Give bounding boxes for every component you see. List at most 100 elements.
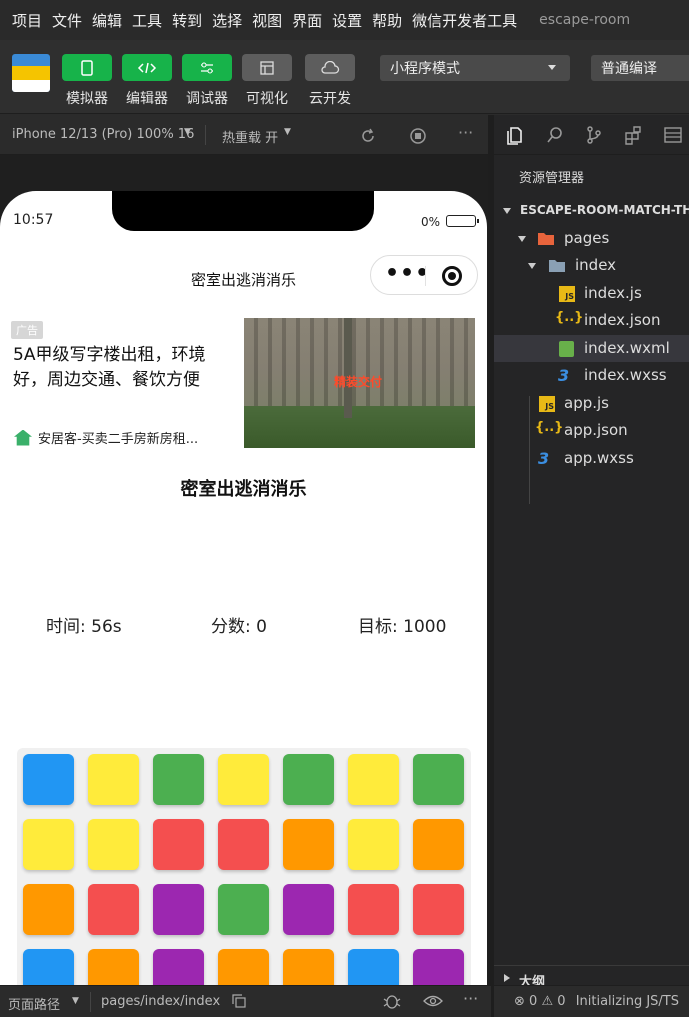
game-tile-orange[interactable] (283, 819, 334, 870)
project-root[interactable]: ESCAPE-ROOM-MATCH-TH (494, 197, 689, 224)
game-tile-yellow[interactable] (88, 819, 139, 870)
ad-image[interactable]: 精装交付 (244, 318, 475, 448)
more-menu-icon[interactable]: ••• (385, 263, 430, 285)
debugger-label: 调试器 (186, 91, 228, 107)
game-tile-green[interactable] (283, 754, 334, 805)
close-capsule-icon[interactable] (442, 266, 462, 286)
tree-folder-index[interactable]: index (494, 252, 689, 279)
tree-file-app-js[interactable]: JS app.js (494, 390, 689, 417)
time-label: 时间: 56s (46, 617, 122, 637)
more-icon[interactable]: ··· (463, 989, 478, 1008)
game-tile-green[interactable] (413, 754, 464, 805)
simulator-label: 模拟器 (66, 91, 108, 107)
cloud-icon (321, 60, 340, 74)
anjuke-logo-icon (14, 429, 32, 446)
game-tile-yellow[interactable] (348, 754, 399, 805)
problems-status[interactable]: ⊗ 0 ⚠ 0 Initializing JS/TS (514, 994, 679, 1009)
game-tile-yellow[interactable] (218, 754, 269, 805)
search-icon[interactable] (545, 125, 565, 145)
menu-goto[interactable]: 转到 (172, 10, 202, 31)
menu-interface[interactable]: 界面 (292, 10, 322, 31)
ad-text[interactable]: 5A甲级写字楼出租，环境好，周边交通、餐饮方便 (13, 343, 235, 393)
game-tile-red[interactable] (348, 884, 399, 935)
mode-select[interactable]: 小程序模式 (380, 55, 570, 81)
battery-percent: 0% (421, 215, 441, 229)
tree-file-app-json[interactable]: {..} app.json (494, 417, 689, 444)
game-tile-yellow[interactable] (88, 754, 139, 805)
game-tile-blue[interactable] (23, 949, 74, 985)
game-tile-orange[interactable] (218, 949, 269, 985)
game-tile-purple[interactable] (283, 884, 334, 935)
chevron-down-icon (518, 236, 526, 242)
game-tile-blue[interactable] (348, 949, 399, 985)
ad-source-label: 安居客-买卖二手房新房租... (38, 432, 199, 447)
tree-folder-pages[interactable]: pages (494, 225, 689, 252)
game-tile-orange[interactable] (413, 819, 464, 870)
game-tile-yellow[interactable] (348, 819, 399, 870)
target-label: 目标: 1000 (358, 617, 447, 637)
mode-select-value: 小程序模式 (390, 61, 460, 77)
copy-icon[interactable] (232, 994, 246, 1008)
game-tile-red[interactable] (88, 884, 139, 935)
game-tile-purple[interactable] (413, 949, 464, 985)
more-icon[interactable]: ··· (458, 123, 473, 142)
compile-select[interactable]: 普通编译 (591, 55, 689, 81)
game-tile-green[interactable] (218, 884, 269, 935)
game-tile-orange[interactable] (283, 949, 334, 985)
game-tile-purple[interactable] (153, 949, 204, 985)
menu-edit[interactable]: 编辑 (92, 10, 122, 31)
bug-icon[interactable] (382, 993, 402, 1009)
tree-file-index-json[interactable]: {..} index.json (494, 307, 689, 334)
refresh-icon[interactable] (359, 127, 377, 145)
tree-file-app-wxss[interactable]: 3 app.wxss (494, 445, 689, 472)
menu-wechat-devtools[interactable]: 微信开发者工具 (412, 10, 517, 31)
visualize-label: 可视化 (246, 91, 288, 107)
game-tile-orange[interactable] (88, 949, 139, 985)
outline-section[interactable]: 大纲 (494, 965, 689, 985)
extensions-icon[interactable] (623, 125, 643, 145)
cloud-button[interactable] (305, 54, 355, 81)
game-tile-red[interactable] (218, 819, 269, 870)
hot-reload-toggle[interactable]: 热重载 开 (222, 127, 278, 146)
tree-file-index-wxss[interactable]: 3 index.wxss (494, 362, 689, 389)
game-tile-red[interactable] (153, 819, 204, 870)
wxml-file-icon (559, 341, 574, 357)
stop-icon[interactable] (409, 127, 427, 145)
menu-tools[interactable]: 工具 (132, 10, 162, 31)
menu-help[interactable]: 帮助 (372, 10, 402, 31)
chevron-right-icon (504, 974, 510, 982)
page-path-label[interactable]: 页面路径 (8, 994, 60, 1013)
visualize-button[interactable] (242, 54, 292, 81)
project-logo[interactable] (12, 54, 50, 92)
eye-icon[interactable] (423, 994, 443, 1008)
game-tile-yellow[interactable] (23, 819, 74, 870)
menu-settings[interactable]: 设置 (332, 10, 362, 31)
source-control-icon[interactable] (584, 125, 604, 145)
status-time: 10:57 (13, 212, 54, 228)
debugger-button[interactable] (182, 54, 232, 81)
menu-file[interactable]: 文件 (52, 10, 82, 31)
ad-tag[interactable]: 广告 (11, 321, 43, 339)
game-tile-red[interactable] (413, 884, 464, 935)
tree-file-index-js[interactable]: JS index.js (494, 280, 689, 307)
warning-count: 0 (557, 994, 566, 1009)
device-select[interactable]: iPhone 12/13 (Pro) 100% 16 (12, 127, 194, 142)
game-tile-blue[interactable] (23, 754, 74, 805)
simulator-button[interactable] (62, 54, 112, 81)
game-tile-purple[interactable] (153, 884, 204, 935)
battery-icon (446, 215, 479, 227)
menu-select[interactable]: 选择 (212, 10, 242, 31)
menu-project[interactable]: 项目 (12, 10, 42, 31)
files-icon[interactable] (505, 125, 525, 145)
game-tile-orange[interactable] (23, 884, 74, 935)
menu-view[interactable]: 视图 (252, 10, 282, 31)
ad-source[interactable]: 安居客-买卖二手房新房租... (14, 428, 198, 447)
code-icon (137, 62, 157, 73)
page-path-caret-icon: ▼ (72, 996, 79, 1006)
score-label: 分数: 0 (211, 617, 267, 637)
layout-panel-icon[interactable] (663, 125, 683, 145)
chevron-down-icon (548, 65, 556, 70)
game-tile-green[interactable] (153, 754, 204, 805)
tree-file-index-wxml[interactable]: index.wxml (494, 335, 689, 362)
editor-button[interactable] (122, 54, 172, 81)
